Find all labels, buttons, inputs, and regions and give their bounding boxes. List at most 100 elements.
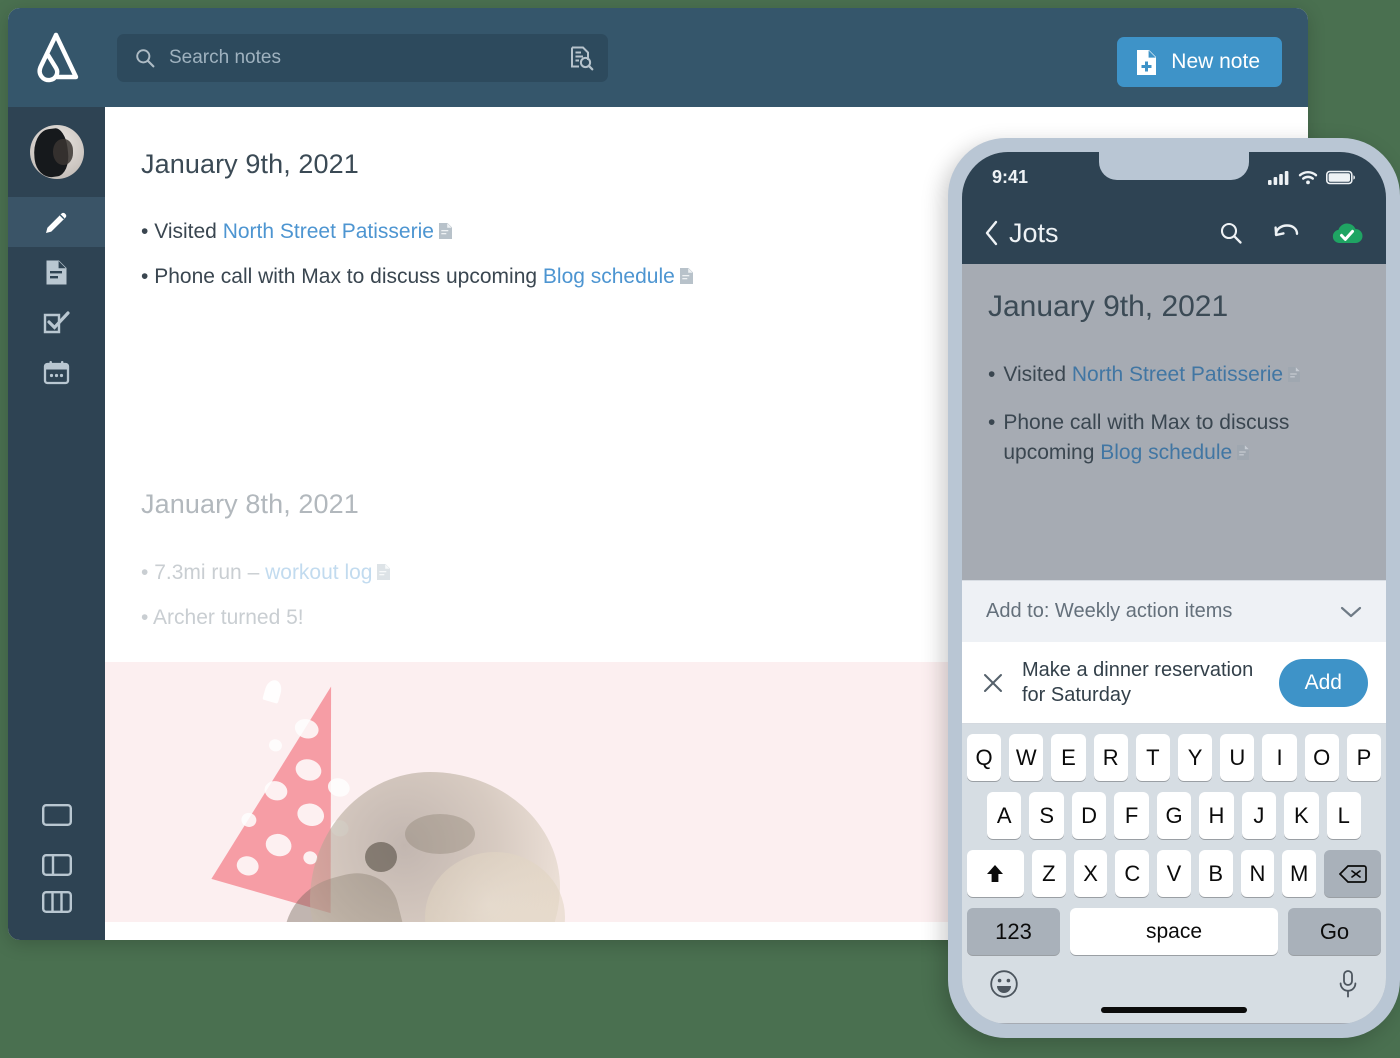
document-link-icon[interactable] [438, 222, 453, 240]
key-y[interactable]: Y [1178, 734, 1213, 781]
checkbox-icon [43, 310, 70, 335]
key-u[interactable]: U [1220, 734, 1255, 781]
add-to-selector[interactable]: Add to: Weekly action items [962, 580, 1386, 642]
new-note-button-label: New note [1171, 50, 1260, 73]
avatar[interactable] [29, 125, 84, 179]
cellular-signal-icon [1268, 170, 1290, 185]
phone-note-text: Phone call with Max to discuss upcoming … [1003, 408, 1360, 468]
sidebar-item-documents[interactable] [8, 247, 105, 297]
layout-columns-icon [41, 891, 72, 913]
chevron-down-icon[interactable] [1340, 605, 1362, 619]
battery-icon [1326, 170, 1356, 185]
new-note-button[interactable]: New note [1117, 37, 1282, 87]
key-r[interactable]: R [1093, 734, 1128, 781]
key-x[interactable]: X [1073, 850, 1108, 897]
app-logo[interactable] [8, 8, 105, 107]
key-h[interactable]: H [1199, 792, 1234, 839]
phone-note-line[interactable]: • Phone call with Max to discuss upcomin… [988, 408, 1360, 468]
key-v[interactable]: V [1157, 850, 1191, 897]
note-link[interactable]: Blog schedule [543, 265, 675, 288]
key-z[interactable]: Z [1031, 850, 1066, 897]
status-bar-time: 9:41 [992, 166, 1029, 187]
note-link[interactable]: North Street Patisserie [1072, 363, 1283, 386]
document-link-icon[interactable] [1236, 444, 1250, 461]
note-text: 7.3mi run – [154, 560, 266, 584]
document-plus-icon [1135, 49, 1158, 76]
phone-screen: 9:41 Jots January 9th, 2021 • Visited No… [962, 152, 1386, 1024]
document-link-icon[interactable] [376, 563, 391, 581]
sidebar-item-tasks[interactable] [8, 297, 105, 347]
key-m[interactable]: M [1282, 850, 1317, 897]
sidebar-item-notes[interactable] [8, 197, 105, 247]
keyboard-row-4: 123 space Go [967, 908, 1381, 955]
search-icon [135, 48, 155, 68]
pencil-icon [43, 209, 70, 236]
sidebar-item-single-pane[interactable] [8, 790, 105, 840]
layout-sidebar-icon [41, 854, 72, 876]
bullet-marker: • [141, 265, 149, 289]
sidebar-item-calendar[interactable] [8, 347, 105, 397]
note-link[interactable]: Blog schedule [1100, 441, 1232, 464]
paperclip-pen-logo-icon [37, 32, 78, 82]
sidebar [8, 107, 105, 940]
key-p[interactable]: P [1346, 734, 1382, 781]
key-n[interactable]: N [1240, 850, 1275, 897]
key-q[interactable]: Q [966, 734, 1002, 781]
document-search-icon[interactable] [568, 45, 594, 71]
document-link-icon[interactable] [679, 267, 694, 285]
sidebar-item-two-pane[interactable] [8, 840, 105, 890]
return-key[interactable]: Go [1288, 908, 1381, 955]
key-i[interactable]: I [1262, 734, 1297, 781]
note-text: Visited [154, 220, 223, 243]
search-icon[interactable] [1219, 221, 1243, 245]
bullet-marker: • [141, 220, 149, 243]
key-k[interactable]: K [1284, 792, 1319, 839]
phone-note-line[interactable]: • Visited North Street Patisserie [988, 360, 1360, 390]
backspace-icon [1338, 864, 1367, 884]
shift-key[interactable] [966, 850, 1024, 897]
add-button[interactable]: Add [1278, 658, 1368, 707]
backspace-key[interactable] [1324, 850, 1382, 897]
note-link[interactable]: North Street Patisserie [223, 220, 434, 243]
key-l[interactable]: L [1326, 792, 1361, 839]
phone-note-text: Visited North Street Patisserie [1003, 360, 1301, 390]
cloud-synced-icon[interactable] [1330, 220, 1364, 246]
key-g[interactable]: G [1156, 792, 1192, 839]
key-o[interactable]: O [1304, 734, 1339, 781]
sidebar-item-three-pane[interactable] [8, 890, 105, 940]
undo-icon[interactable] [1273, 223, 1300, 243]
bullet-marker: • [988, 363, 996, 386]
space-key[interactable]: space [1070, 908, 1278, 955]
keyboard-row-3: Z X C V B N M [966, 850, 1382, 897]
close-icon[interactable] [982, 672, 1004, 694]
chevron-left-icon[interactable] [984, 220, 999, 246]
key-f[interactable]: F [1114, 792, 1149, 839]
phone-note-body[interactable]: January 9th, 2021 • Visited North Street… [962, 264, 1386, 580]
onscreen-keyboard: Q W E R T Y U I O P A S D F G H J K L Z … [962, 724, 1386, 1023]
key-e[interactable]: E [1051, 734, 1086, 781]
phone-notch [1099, 152, 1249, 180]
microphone-icon[interactable] [1337, 969, 1359, 999]
key-t[interactable]: T [1135, 734, 1170, 781]
phone-nav-bar: Jots [962, 202, 1386, 264]
emoji-icon[interactable] [989, 969, 1019, 999]
key-s[interactable]: S [1029, 792, 1064, 839]
key-j[interactable]: J [1241, 792, 1277, 839]
key-c[interactable]: C [1115, 850, 1150, 897]
wifi-icon [1298, 170, 1318, 185]
home-indicator[interactable] [1101, 1007, 1247, 1013]
keyboard-bottom-row [967, 961, 1381, 1005]
key-a[interactable]: A [987, 792, 1022, 839]
note-link[interactable]: workout log [265, 561, 372, 584]
document-link-icon[interactable] [1287, 366, 1301, 383]
bullet-marker: • [141, 560, 149, 584]
search-input[interactable] [169, 46, 568, 69]
key-w[interactable]: W [1009, 734, 1044, 781]
search-bar[interactable] [117, 33, 608, 82]
key-b[interactable]: B [1198, 850, 1233, 897]
bullet-marker: • [988, 410, 996, 434]
numbers-key[interactable]: 123 [967, 908, 1060, 955]
status-bar-indicators [1268, 170, 1356, 185]
key-d[interactable]: D [1071, 792, 1107, 839]
phone-nav-actions [1219, 220, 1364, 246]
